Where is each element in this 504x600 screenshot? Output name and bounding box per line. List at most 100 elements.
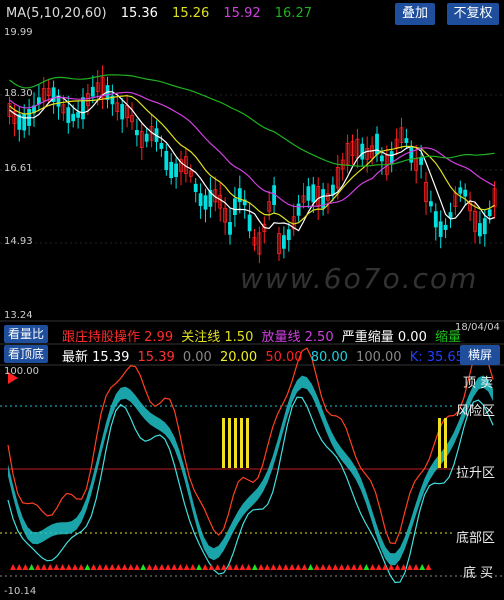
candle-body [164,150,169,171]
candle-body [120,104,125,120]
arrow-marker [109,564,116,570]
arrow-marker [214,564,221,570]
arrow-marker [301,564,308,570]
signal-bar [438,418,441,468]
candle-body [438,221,443,237]
watermark: www.6o7o.com [240,262,479,295]
candle-body [198,193,203,206]
arrow-marker [369,564,376,570]
tab-volume-ratio[interactable]: 看量比 [4,325,49,343]
lower-axis-bottom: -10.14 [4,586,37,597]
price-label-4: 14.93 [4,236,33,247]
arrow-marker [264,564,271,570]
ind1-value-2: 2.50 [304,330,334,345]
main-chart[interactable] [0,0,504,600]
candle-body [404,138,409,143]
arrow-marker [363,564,370,570]
arrow-marker [233,564,240,570]
arrow-marker [165,564,171,570]
candle-body [169,161,174,179]
signal-bar [222,418,225,468]
candle-body [477,223,482,237]
candle-body [311,184,316,203]
candle-body [330,184,335,195]
landscape-button[interactable]: 横屏 [460,345,500,365]
price-label-2: 18.30 [4,88,33,99]
arrow-marker [276,564,283,570]
ind2-value-4: 80.00 [310,350,348,365]
oscillator-line-cyan [7,396,494,584]
candle-body [482,218,487,235]
arrow-marker [196,564,202,570]
arrow-marker [34,564,41,570]
arrow-marker [90,564,97,570]
arrow-marker [313,564,320,570]
signal-bar [234,418,237,468]
arrow-marker [351,564,357,570]
candle-body [443,224,448,230]
arrow-marker [183,564,190,570]
arrow-marker [72,564,78,570]
oscillator-band [8,375,494,566]
signal-bar [246,418,249,468]
candle-body [144,133,149,142]
arrow-marker [65,564,72,570]
candle-body [22,113,27,131]
arrow-marker [103,564,109,570]
indicator-bar2: 最新 15.39 15.39 0.00 20.00 50.00 80.00 10… [62,346,464,365]
arrow-marker [47,564,54,570]
arrow-marker [307,564,314,570]
ind2-value-3: 50.00 [265,350,303,365]
arrow-marker [251,564,258,570]
candle-body [71,113,76,122]
arrow-marker [332,564,339,570]
arrow-marker [16,564,23,570]
arrow-marker [140,564,147,570]
arrow-marker [202,564,209,570]
candle-body [296,203,301,216]
candle-body [203,195,208,210]
ind2-value-0: 15.39 [137,350,175,365]
arrow-marker [171,564,178,570]
candle-body [419,157,424,165]
candle-body [193,183,198,193]
ind2-value-5: 100.00 [356,350,402,365]
arrow-marker [134,564,140,570]
latest-value: 15.39 [92,350,130,365]
candle-body [428,201,433,207]
indicator-bar1: 跟庄持股操作 2.99 关注线 1.50 放量线 2.50 严重缩量 0.00 … [62,326,461,345]
date-label: 18/04/04 [455,322,500,333]
arrow-marker [28,564,35,570]
arrow-marker [320,564,326,570]
candle-body [281,235,286,249]
ind2-value-1: 0.00 [182,350,212,365]
candle-body [487,209,492,217]
candle-body [306,186,311,201]
ind2-value-6: K: 35.65 [409,350,464,365]
arrow-marker [158,564,165,570]
arrow-marker [245,564,252,570]
ind1-label-1: 关注线 [181,330,221,345]
arrow-marker [270,564,277,570]
label-top-sell: 顶 卖 [463,376,494,391]
candle-body [228,221,232,235]
arrow-marker [146,564,153,570]
arrow-marker [53,564,60,570]
candle-body [409,146,414,163]
tab-top-bottom[interactable]: 看顶底 [4,345,49,363]
signal-bar [228,418,231,468]
arrow-marker [115,564,122,570]
arrow-marker [419,564,426,570]
candle-body [448,212,453,218]
candle-body [458,187,463,194]
arrow-marker [22,564,29,570]
arrow-marker [127,564,134,570]
candle-body [232,198,237,216]
arrow-marker [258,564,264,570]
candle-body [134,130,139,136]
candle-body [76,112,80,118]
arrow-marker [357,564,364,570]
arrow-marker [189,564,196,570]
ind1-label-2: 放量线 [261,330,301,345]
arrow-marker [413,564,419,570]
